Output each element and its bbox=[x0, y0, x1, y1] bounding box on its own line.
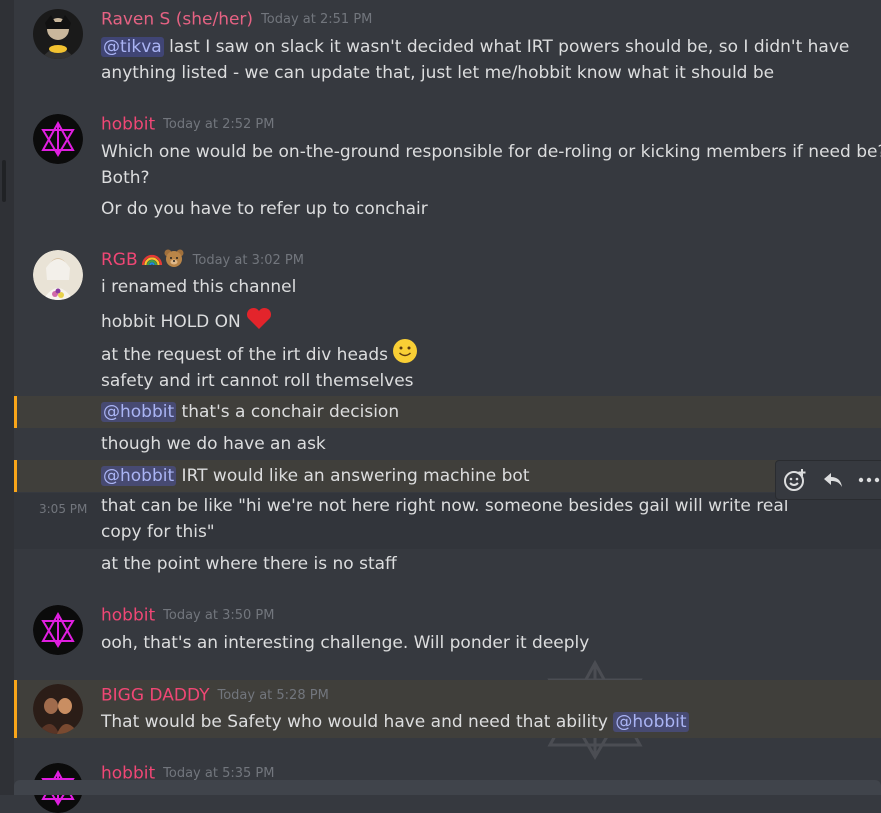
left-edge-strip bbox=[0, 0, 14, 795]
message-header: hobbit Today at 3:50 PM bbox=[101, 605, 274, 627]
user-mention[interactable]: @hobbit bbox=[101, 402, 177, 422]
message-text: that's a conchair decision bbox=[176, 402, 400, 422]
message-input-bar[interactable] bbox=[14, 780, 881, 795]
message-header: Raven S (she/her) Today at 2:51 PM bbox=[101, 9, 372, 31]
message-text: at the point where there is no staff bbox=[101, 554, 397, 574]
username[interactable]: hobbit bbox=[101, 606, 155, 626]
smile-icon bbox=[392, 338, 418, 372]
timestamp: Today at 5:28 PM bbox=[217, 688, 329, 703]
message-group: hobbit Today at 2:52 PM Which one would b… bbox=[14, 105, 881, 225]
message-text: ooh, that's an interesting challenge. Wi… bbox=[101, 633, 590, 653]
message-group: BIGG DADDY Today at 5:28 PM That would be… bbox=[14, 680, 881, 738]
bear-icon bbox=[163, 248, 185, 272]
avatar[interactable] bbox=[33, 684, 83, 734]
user-mention[interactable]: @tikva bbox=[101, 37, 164, 57]
user-mention[interactable]: @hobbit bbox=[613, 712, 689, 732]
message-text: That would be Safety who would have and … bbox=[101, 712, 614, 732]
message-group: hobbit Today at 3:50 PM ooh, that's an in… bbox=[14, 595, 881, 665]
mention-highlight-line: @hobbit that's a conchair decision bbox=[14, 396, 881, 428]
message-text: at the request of the irt div heads bbox=[101, 345, 388, 365]
add-reaction-icon[interactable] bbox=[782, 467, 808, 493]
message-header: RGB Today at 3:02 PM bbox=[101, 248, 304, 270]
message-text: though we do have an ask bbox=[101, 434, 326, 454]
username[interactable]: hobbit bbox=[101, 115, 155, 135]
message-text: that can be like "hi we're not here righ… bbox=[101, 496, 789, 542]
username[interactable]: RGB bbox=[101, 250, 138, 270]
avatar[interactable] bbox=[33, 9, 83, 59]
message-group: RGB Today at 3:02 PM i renamed this chann… bbox=[14, 240, 881, 585]
message-header: BIGG DADDY Today at 5:28 PM bbox=[101, 685, 329, 707]
avatar[interactable] bbox=[33, 114, 83, 164]
message-actions-toolbar bbox=[775, 460, 881, 500]
message-text: Both? bbox=[101, 168, 150, 188]
avatar[interactable] bbox=[33, 605, 83, 655]
timestamp: Today at 2:51 PM bbox=[261, 12, 373, 27]
more-icon[interactable] bbox=[858, 476, 880, 484]
timestamp: Today at 3:02 PM bbox=[192, 252, 304, 268]
inline-timestamp: 3:05 PM bbox=[39, 502, 88, 516]
message-header: hobbit Today at 2:52 PM bbox=[101, 114, 274, 136]
username[interactable]: BIGG DADDY bbox=[101, 686, 209, 706]
rainbow-icon bbox=[141, 249, 163, 271]
timestamp: Today at 2:52 PM bbox=[163, 117, 275, 132]
timestamp: Today at 3:50 PM bbox=[163, 608, 275, 623]
message-line-hovered: 3:05 PM that can be like "hi we're not h… bbox=[14, 493, 881, 549]
message-text: i renamed this channel bbox=[101, 277, 297, 297]
heart-icon bbox=[245, 306, 273, 338]
message-text: Or do you have to refer up to conchair bbox=[101, 199, 428, 219]
reply-icon[interactable] bbox=[821, 469, 845, 491]
message-text: hobbit HOLD ON bbox=[101, 312, 241, 332]
avatar[interactable] bbox=[33, 250, 83, 300]
mention-highlight-line: @hobbit IRT would like an answering mach… bbox=[14, 460, 881, 492]
message-text: safety and irt cannot roll themselves bbox=[101, 371, 414, 391]
message-text: Which one would be on-the-ground respons… bbox=[101, 142, 881, 162]
message-text: IRT would like an answering machine bot bbox=[176, 466, 530, 486]
message-group: Raven S (she/her) Today at 2:51 PM @tikva… bbox=[14, 0, 881, 100]
timestamp: Today at 5:35 PM bbox=[163, 766, 275, 781]
scroll-nub[interactable] bbox=[2, 160, 6, 202]
user-mention[interactable]: @hobbit bbox=[101, 466, 177, 486]
username[interactable]: Raven S (she/her) bbox=[101, 10, 253, 30]
message-text: last I saw on slack it wasn't decided wh… bbox=[163, 37, 850, 57]
message-text: anything listed - we can update that, ju… bbox=[101, 63, 775, 83]
